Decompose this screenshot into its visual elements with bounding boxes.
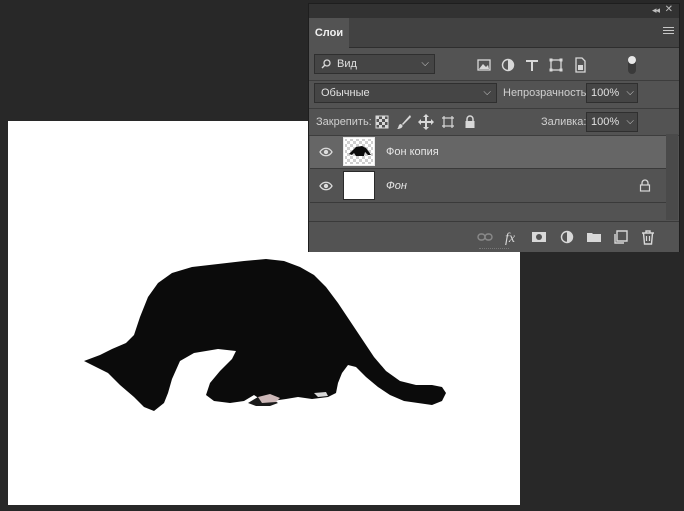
new-layer-icon[interactable] (613, 229, 629, 245)
tab-layers[interactable]: Слои (309, 18, 349, 48)
filter-row: Вид ⌵ (309, 53, 679, 77)
filter-kind-dropdown[interactable]: Вид ⌵ (314, 54, 435, 74)
trash-icon[interactable] (640, 229, 656, 245)
shape-filter-icon[interactable] (547, 56, 565, 74)
fill-value: 100% (591, 116, 620, 128)
adjustment-filter-icon[interactable] (499, 56, 517, 74)
chevron-down-icon: ⌵ (626, 116, 634, 127)
layer-row-copy[interactable]: Фон копия (310, 136, 666, 169)
layer-row-background[interactable]: Фон (310, 170, 666, 203)
image-filter-icon[interactable] (475, 56, 493, 74)
collapse-icon[interactable]: ◂◂ (652, 5, 660, 16)
chevron-down-icon: ⌵ (421, 58, 429, 69)
opacity-label: Непрозрачность: (503, 87, 590, 99)
chevron-down-icon: ⌵ (483, 87, 491, 98)
opacity-value: 100% (591, 87, 620, 99)
lock-label: Закрепить: (316, 116, 372, 128)
panel-title-bar[interactable]: ◂◂ ✕ (309, 4, 679, 18)
lock-icon (639, 179, 651, 192)
eye-icon[interactable] (319, 180, 333, 192)
layer-thumbnail (343, 137, 375, 166)
blend-row: Обычные ⌵ Непрозрачность: 100% ⌵ (309, 82, 679, 106)
eye-icon[interactable] (319, 146, 333, 158)
panel-bottom-bar: fx (309, 221, 679, 252)
blend-mode-value: Обычные (321, 87, 370, 99)
layers-panel: ◂◂ ✕ Слои Вид ⌵ Обычные ⌵ Непрозрачность… (308, 3, 680, 252)
search-icon (321, 59, 331, 69)
divider (309, 80, 679, 81)
layer-name[interactable]: Фон копия (386, 146, 439, 158)
lock-move-icon[interactable] (417, 113, 435, 131)
lock-transparent-icon[interactable] (373, 113, 391, 131)
fx-icon[interactable]: fx (504, 229, 520, 245)
checkerboard-thumbnail-icon (343, 137, 375, 166)
panel-resize-grip[interactable] (479, 248, 509, 251)
link-icon[interactable] (477, 229, 493, 245)
layer-thumbnail (343, 171, 375, 200)
close-icon[interactable]: ✕ (665, 4, 673, 15)
opacity-input[interactable]: 100% ⌵ (586, 83, 638, 103)
adjustment-icon[interactable] (559, 229, 575, 245)
type-filter-icon[interactable] (523, 56, 541, 74)
filter-toggle-icon[interactable] (625, 54, 639, 76)
panel-menu-icon[interactable] (663, 27, 674, 36)
layers-scrollbar[interactable] (666, 134, 678, 220)
divider (309, 108, 679, 109)
layer-name[interactable]: Фон (386, 180, 407, 192)
lock-all-icon[interactable] (461, 113, 479, 131)
folder-icon[interactable] (586, 229, 602, 245)
lock-brush-icon[interactable] (395, 113, 413, 131)
lock-row: Закрепить: Заливка: 100% ⌵ (309, 110, 679, 134)
panel-tab-bar: Слои (309, 18, 679, 48)
chevron-down-icon: ⌵ (626, 87, 634, 98)
fill-label: Заливка: (541, 116, 587, 128)
smart-object-filter-icon[interactable] (571, 56, 589, 74)
mask-icon[interactable] (531, 229, 547, 245)
fill-input[interactable]: 100% ⌵ (586, 112, 638, 132)
svg-text:fx: fx (505, 231, 516, 245)
filter-kind-value: Вид (337, 58, 357, 70)
lock-artboard-icon[interactable] (439, 113, 457, 131)
blend-mode-dropdown[interactable]: Обычные ⌵ (314, 83, 497, 103)
